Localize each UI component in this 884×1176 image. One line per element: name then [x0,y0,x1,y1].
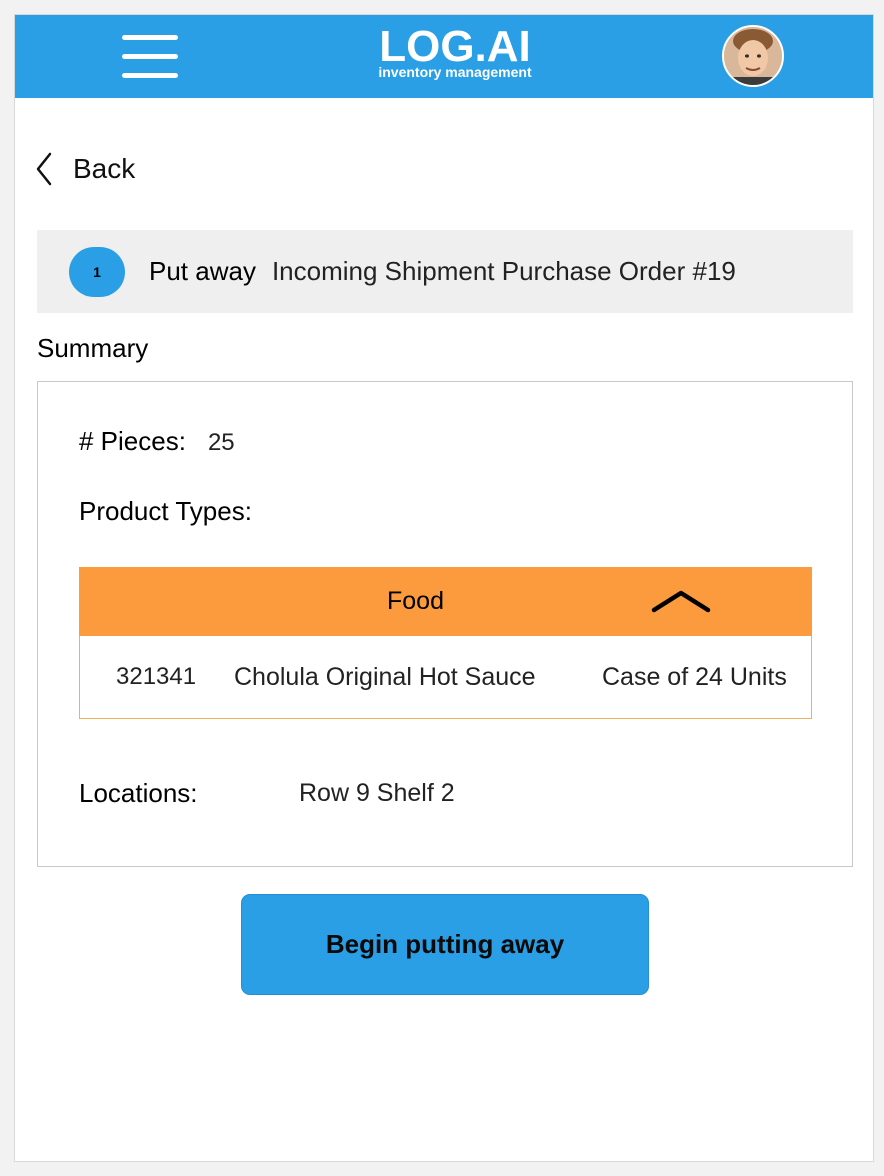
item-name: Cholula Original Hot Sauce [234,662,536,691]
item-sku: 321341 [116,663,197,690]
step-number-badge: 1 [69,246,125,297]
chevron-up-icon[interactable] [650,587,712,615]
user-avatar[interactable] [722,25,784,87]
product-item-row[interactable]: 321341 Cholula Original Hot Sauce Case o… [79,636,812,719]
app-frame: LOG.AI inventory management Back 1 Put a… [14,14,874,1162]
product-category-accordion-header[interactable]: Food [79,567,812,636]
locations-value: Row 9 Shelf 2 [299,779,455,807]
pieces-row: # Pieces: 25 [79,426,235,457]
logo-title: LOG.AI [379,22,531,71]
pieces-value: 25 [207,429,235,456]
begin-putting-away-button[interactable]: Begin putting away [241,894,649,995]
step-description: Incoming Shipment Purchase Order #19 [271,256,736,286]
product-types-label: Product Types: [79,496,252,526]
chevron-left-icon [36,152,52,186]
step-header: 1 Put away Incoming Shipment Purchase Or… [37,230,853,313]
summary-title: Summary [37,333,149,363]
hamburger-menu-icon[interactable] [122,33,178,79]
top-bar: LOG.AI inventory management [15,15,873,98]
back-label: Back [73,153,136,184]
item-unit: Case of 24 Units [602,662,787,691]
app-logo[interactable]: LOG.AI inventory management [315,22,595,80]
step-action: Put away [149,256,256,286]
back-button[interactable]: Back [35,151,135,187]
locations-label: Locations: [79,778,198,808]
summary-card: # Pieces: 25 Product Types: Food 321341 … [37,381,853,867]
logo-subtitle: inventory management [378,64,532,80]
pieces-label: # Pieces: [79,426,186,456]
